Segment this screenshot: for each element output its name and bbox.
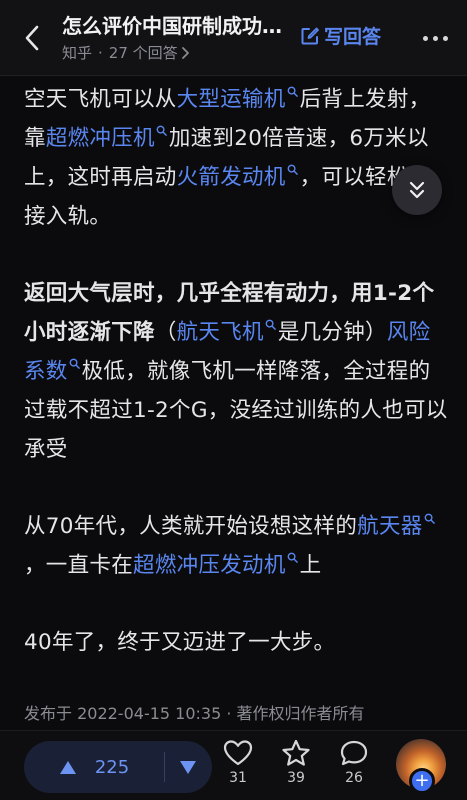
collapse-button[interactable]	[392, 165, 442, 215]
question-title[interactable]: 怎么评价中国研制成功世界首型空天飞机？	[62, 10, 284, 39]
search-icon	[287, 86, 298, 97]
vote-control: 225	[24, 741, 212, 793]
text-span: 从70年代，人类就开始设想这样的	[24, 514, 358, 539]
search-link-rocket-engine[interactable]: 火箭发动机	[176, 164, 300, 190]
link-text: 火箭发动机	[176, 165, 286, 190]
link-text: 超燃冲压机	[45, 126, 155, 151]
double-chevron-down-icon	[409, 181, 425, 199]
search-link-spacecraft[interactable]: 航天器	[357, 513, 436, 539]
more-dot-icon	[422, 35, 428, 41]
comment-button[interactable]: 26	[334, 739, 374, 786]
search-link-scramjet-engine[interactable]: 超燃冲压发动机	[133, 552, 300, 578]
link-text: 航天器	[357, 514, 423, 539]
text-span: 是几分钟）	[277, 320, 387, 345]
text-span: ，一直卡在	[24, 553, 134, 578]
search-icon	[265, 319, 276, 330]
like-count: 31	[229, 770, 247, 786]
downvote-button[interactable]	[165, 741, 211, 793]
bottom-action-bar: 225 31 39 26	[0, 730, 467, 800]
comment-icon	[340, 740, 368, 766]
search-icon	[424, 513, 435, 524]
search-link-transport-plane[interactable]: 大型运输机	[176, 86, 300, 112]
publish-meta: 发布于 2022-04-15 10:35 · 著作权归作者所有	[24, 704, 365, 723]
link-text: 超燃冲压发动机	[133, 553, 286, 578]
favorite-button[interactable]: 39	[276, 739, 316, 786]
search-icon	[69, 358, 80, 369]
text-span: 40年了，终于又迈进了一大步。	[24, 630, 336, 655]
edit-icon	[301, 27, 319, 44]
question-subtitle[interactable]: 知乎 · 27 个回答	[62, 42, 190, 63]
answer-count: 27 个回答	[108, 44, 178, 62]
write-answer-label: 写回答	[324, 26, 382, 48]
search-icon	[287, 552, 298, 563]
write-answer-button[interactable]: 写回答	[300, 22, 381, 49]
heart-icon	[223, 740, 253, 766]
text-span: 空天飞机可以从	[24, 87, 177, 112]
chevron-left-icon	[25, 25, 39, 51]
upvote-count: 225	[94, 756, 130, 778]
favorite-count: 39	[287, 770, 305, 786]
back-button[interactable]	[18, 22, 46, 54]
text-span: 极低，就像飞机一样降落，全过程的过载不超过1-2个G，没经过训练的人也可以承受	[24, 359, 448, 462]
search-link-space-shuttle[interactable]: 航天飞机	[176, 319, 278, 345]
paragraph-1: 空天飞机可以从大型运输机 后背上发射，靠超燃冲压机 加速到20倍音速，6万米以上，这…	[24, 80, 449, 236]
link-text: 大型运输机	[176, 87, 286, 112]
comment-count: 26	[345, 770, 363, 786]
triangle-up-icon	[59, 760, 76, 774]
source-label: 知乎	[62, 44, 93, 62]
follow-plus-button[interactable]: +	[409, 768, 435, 794]
paragraph-4: 40年了，终于又迈进了一大步。	[24, 623, 449, 662]
more-dot-icon	[432, 35, 438, 41]
link-text: 航天飞机	[176, 320, 264, 345]
upvote-button[interactable]: 225	[24, 741, 164, 793]
chevron-right-icon	[181, 46, 189, 59]
like-button[interactable]: 31	[218, 739, 258, 786]
answer-content: 空天飞机可以从大型运输机 后背上发射，靠超燃冲压机 加速到20倍音速，6万米以上，这…	[24, 80, 449, 700]
search-icon	[287, 164, 298, 175]
paragraph-3: 从70年代，人类就开始设想这样的航天器 ，一直卡在超燃冲压发动机上	[24, 507, 449, 585]
more-dot-icon	[442, 35, 448, 41]
top-bar: 怎么评价中国研制成功世界首型空天飞机？ 知乎 · 27 个回答 写回答	[0, 0, 467, 76]
triangle-down-icon	[180, 760, 196, 774]
star-icon	[282, 739, 310, 766]
paragraph-2: 返回大气层时，几乎全程有动力，用1-2个小时逐渐下降（航天飞机 是几分钟）风险系数…	[24, 274, 449, 469]
search-icon	[156, 125, 167, 136]
text-span: （	[154, 320, 177, 345]
text-span: 上	[299, 553, 322, 578]
more-options-button[interactable]	[418, 24, 452, 52]
search-link-scramjet[interactable]: 超燃冲压机	[45, 125, 169, 151]
separator: ·	[98, 43, 103, 62]
